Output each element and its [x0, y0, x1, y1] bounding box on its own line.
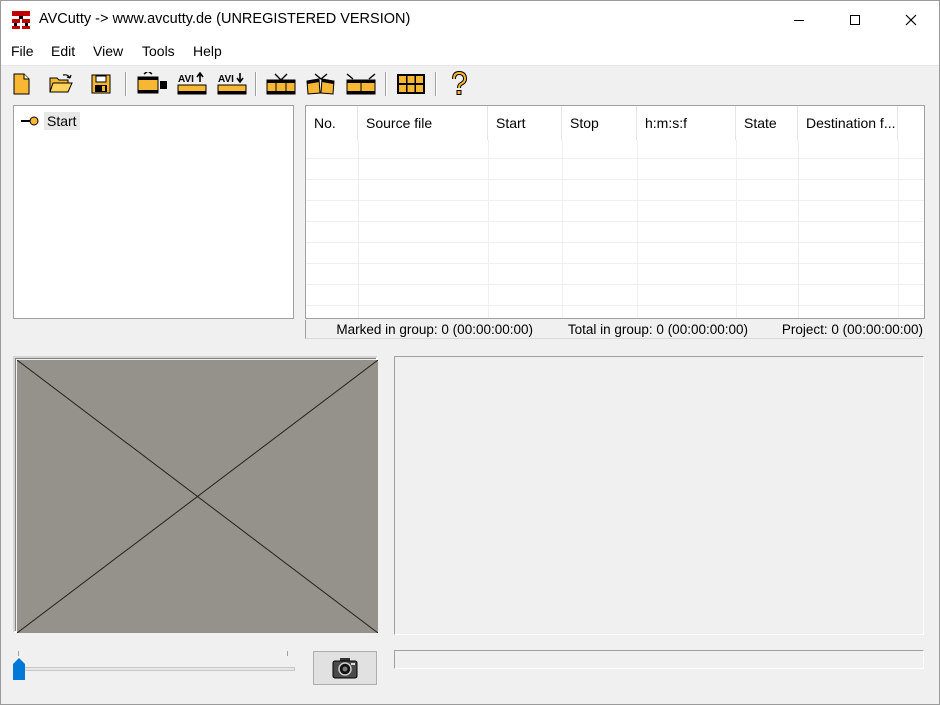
toolbar-separator [255, 72, 257, 96]
info-panel [394, 356, 924, 635]
svg-text:AVI: AVI [178, 74, 194, 85]
status-marked-text: Marked in group: 0 (00:00:00:00) [336, 322, 533, 337]
tv-cut-icon [266, 73, 296, 95]
maximize-button[interactable] [827, 1, 883, 39]
table-row [306, 158, 924, 179]
grid-line [798, 140, 799, 318]
menu-edit[interactable]: Edit [51, 43, 75, 59]
cut-film-button[interactable] [304, 71, 338, 97]
column-header-no[interactable]: No. [306, 106, 358, 140]
table-row [306, 200, 924, 221]
column-header-stop[interactable]: Stop [562, 106, 637, 140]
table-header: No. Source file Start Stop h:m:s:f State… [306, 106, 924, 140]
status-project: Project: 0 (00:00:00:00) [750, 320, 925, 339]
avi-import-icon: AVI [217, 73, 247, 95]
toolbar-separator [385, 72, 387, 96]
minimize-button[interactable] [771, 1, 827, 39]
avi-import-button[interactable]: AVI [215, 71, 249, 97]
table-row [306, 242, 924, 263]
table-row [306, 221, 924, 242]
grid-line [736, 140, 737, 318]
import-video-button[interactable] [135, 71, 169, 97]
menu-tools[interactable]: Tools [142, 43, 175, 59]
table-row [306, 179, 924, 200]
tree-node-start[interactable]: Start [20, 110, 80, 132]
status-marked-in-group: Marked in group: 0 (00:00:00:00) [305, 320, 535, 339]
save-project-button[interactable] [87, 71, 115, 97]
app-window: AVCutty -> www.avcutty.de (UNREGISTERED … [0, 0, 940, 705]
cut-list-table[interactable]: No. Source file Start Stop h:m:s:f State… [305, 105, 925, 319]
column-header-start[interactable]: Start [488, 106, 562, 140]
slider-track[interactable] [17, 667, 295, 671]
status-total-in-group: Total in group: 0 (00:00:00:00) [535, 320, 750, 339]
start-node-icon [21, 116, 39, 126]
window-title: AVCutty -> www.avcutty.de (UNREGISTERED … [39, 11, 411, 27]
status-project-text: Project: 0 (00:00:00:00) [781, 322, 923, 337]
avi-export-button[interactable]: AVI [175, 71, 209, 97]
menu-help[interactable]: Help [193, 43, 222, 59]
grid-line [358, 140, 359, 318]
column-header-state[interactable]: State [736, 106, 798, 140]
help-button[interactable] [445, 71, 473, 97]
group-tree[interactable]: Start [13, 105, 294, 319]
slider-tick [287, 651, 288, 656]
preview-placeholder [17, 360, 378, 633]
open-project-button[interactable] [47, 71, 75, 97]
app-logo-icon [12, 11, 30, 29]
column-header-source-file[interactable]: Source file [358, 106, 488, 140]
maximize-icon [850, 15, 860, 25]
camera-icon [332, 658, 358, 679]
slider-thumb[interactable] [13, 658, 25, 680]
save-disk-icon [91, 74, 111, 94]
help-icon [452, 71, 468, 95]
new-file-icon [13, 73, 30, 95]
table-row [306, 263, 924, 284]
film-cut-icon [306, 73, 335, 95]
progress-bar [394, 650, 924, 669]
grid-line [562, 140, 563, 318]
toolbar: AVI AVI [1, 65, 939, 101]
column-header-hmsf[interactable]: h:m:s:f [637, 106, 736, 140]
avi-export-icon: AVI [177, 72, 207, 95]
toolbar-separator [435, 72, 437, 96]
toolbar-separator [125, 72, 127, 96]
import-video-icon [137, 72, 167, 94]
menu-file[interactable]: File [11, 43, 34, 59]
open-folder-icon [49, 74, 73, 93]
no-video-placeholder-icon [17, 360, 378, 633]
grid-line [637, 140, 638, 318]
menu-bar: File Edit View Tools Help [1, 39, 939, 65]
slider-tick [18, 651, 19, 656]
status-bar: Marked in group: 0 (00:00:00:00) Total i… [305, 320, 925, 339]
svg-text:AVI: AVI [218, 74, 234, 85]
new-project-button[interactable] [7, 71, 35, 97]
grid-line [488, 140, 489, 318]
title-bar[interactable]: AVCutty -> www.avcutty.de (UNREGISTERED … [1, 1, 939, 39]
snapshot-button[interactable] [313, 651, 377, 685]
grid-line [898, 140, 899, 318]
column-header-destination[interactable]: Destination f... [798, 106, 898, 140]
position-slider[interactable] [13, 651, 295, 681]
grid-view-button[interactable] [394, 71, 428, 97]
split-film-button[interactable] [344, 71, 378, 97]
table-row [306, 305, 924, 318]
tree-node-label: Start [44, 112, 80, 130]
close-icon [905, 14, 917, 26]
table-row [306, 284, 924, 305]
grid-view-icon [397, 74, 425, 94]
status-total-text: Total in group: 0 (00:00:00:00) [567, 322, 748, 337]
cut-tv-button[interactable] [264, 71, 298, 97]
video-preview[interactable] [13, 356, 378, 633]
minimize-icon [794, 20, 804, 21]
close-button[interactable] [883, 1, 939, 39]
menu-view[interactable]: View [93, 43, 123, 59]
film-split-icon [346, 73, 376, 95]
